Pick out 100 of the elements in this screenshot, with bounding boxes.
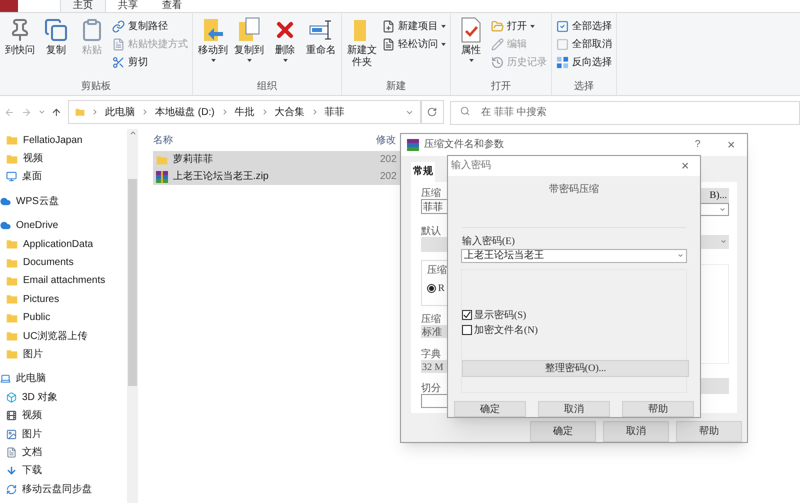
- checkbox-row[interactable]: 加密文件名(N): [462, 322, 686, 338]
- ribbon-button[interactable]: 复制: [40, 17, 72, 79]
- profile-bar[interactable]: [421, 236, 448, 252]
- password-field[interactable]: 上老王论坛当老王: [461, 248, 687, 262]
- ribbon-button[interactable]: 移动到: [197, 17, 229, 79]
- invert-icon: [556, 56, 569, 68]
- options-bar[interactable]: [699, 378, 729, 394]
- folder-icon: [6, 238, 18, 250]
- breadcrumb[interactable]: 菲菲: [324, 104, 345, 120]
- recent-icon[interactable]: [38, 108, 46, 116]
- folder-arrow-icon: [201, 17, 225, 43]
- group-label: 剪贴板: [80, 80, 112, 94]
- dropdown-icon[interactable]: [699, 234, 729, 249]
- sidebar-item[interactable]: 桌面: [4, 168, 127, 186]
- address-field[interactable]: 此电脑 本地磁盘 (D:) 牛批 大合集 菲菲: [68, 100, 421, 124]
- sidebar-item[interactable]: 图片: [4, 424, 127, 444]
- ribbon-button[interactable]: 重命名: [305, 17, 337, 79]
- ribbon-button[interactable]: 新建项目: [382, 19, 446, 33]
- checkbox[interactable]: [462, 310, 472, 320]
- back-icon[interactable]: [4, 106, 15, 118]
- ribbon-button[interactable]: 删除: [269, 17, 301, 79]
- caret-icon: [246, 59, 252, 62]
- sidebar-item[interactable]: 移动云盘同步盘: [4, 480, 127, 498]
- properties-icon: [459, 17, 483, 43]
- ribbon-button[interactable]: 全部取消: [556, 37, 612, 51]
- scroll-thumb[interactable]: [128, 179, 137, 386]
- ribbon-button[interactable]: 轻松访问: [382, 37, 446, 51]
- dropdown-icon[interactable]: [677, 252, 684, 259]
- caret-icon: [530, 24, 535, 28]
- breadcrumb[interactable]: 本地磁盘 (D:): [155, 104, 215, 120]
- close-button[interactable]: ×: [681, 156, 689, 176]
- shortcut-icon: [112, 38, 125, 50]
- edit-icon: [491, 38, 504, 50]
- ribbon-tab[interactable]: 查看: [150, 0, 194, 12]
- breadcrumb[interactable]: 牛批: [234, 104, 255, 120]
- folder-icon: [6, 312, 18, 324]
- ribbon-button[interactable]: 属性: [455, 17, 487, 79]
- sidebar-item[interactable]: 此电脑: [0, 370, 127, 388]
- history-icon: [491, 56, 504, 68]
- sidebar-item[interactable]: Documents: [4, 253, 127, 272]
- caret-icon: [282, 59, 288, 62]
- scroll-up-icon[interactable]: [128, 129, 136, 137]
- set-button[interactable]: B)...: [699, 188, 729, 203]
- dialog-button[interactable]: 帮助: [622, 401, 694, 417]
- ribbon-button[interactable]: 剪切: [112, 55, 188, 69]
- column-header[interactable]: 修改: [375, 132, 396, 148]
- checkbox-row[interactable]: 显示密码(S): [462, 308, 686, 322]
- help-button[interactable]: ?: [694, 137, 700, 152]
- forward-icon[interactable]: [20, 106, 32, 118]
- refresh-icon: [427, 107, 438, 117]
- close-button[interactable]: ×: [727, 135, 735, 155]
- sidebar-item[interactable]: 视频: [4, 406, 127, 425]
- ribbon-button[interactable]: 全部选择: [556, 19, 612, 33]
- up-icon[interactable]: [51, 106, 62, 118]
- sidebar-item[interactable]: OneDrive: [0, 216, 127, 235]
- sidebar-item[interactable]: 下载: [4, 462, 127, 480]
- scrollbar[interactable]: [127, 129, 138, 503]
- sidebar-item[interactable]: FellatioJapan: [4, 131, 127, 150]
- sidebar-item[interactable]: 视频: [4, 149, 127, 168]
- radio[interactable]: [427, 284, 436, 293]
- sidebar-item[interactable]: 图片: [4, 345, 127, 364]
- checkbox[interactable]: [462, 325, 472, 335]
- folder-icon: [6, 256, 18, 269]
- dialog-button[interactable]: 整理密码(O)...: [462, 360, 689, 377]
- scissors-icon: [112, 56, 125, 68]
- method-field[interactable]: 标准: [421, 324, 448, 338]
- ribbon-button[interactable]: 复制路径: [112, 19, 188, 33]
- sidebar-item[interactable]: UC浏览器上传: [4, 326, 127, 346]
- ribbon-button[interactable]: 到快问: [4, 17, 36, 79]
- computer-icon: [0, 373, 11, 384]
- sidebar-item[interactable]: ApplicationData: [4, 234, 127, 254]
- window-title: 压缩文件名和参数: [424, 138, 504, 152]
- general-tab[interactable]: 常规: [411, 162, 435, 182]
- search-field[interactable]: 在 菲菲 中搜索: [450, 100, 800, 125]
- ribbon-button[interactable]: 打开: [491, 19, 547, 33]
- dialog-button[interactable]: 取消: [603, 421, 669, 442]
- ribbon-button[interactable]: 反向选择: [556, 55, 612, 69]
- breadcrumb[interactable]: 此电脑: [105, 104, 136, 120]
- dictionary-field[interactable]: 32 M: [421, 360, 448, 373]
- breadcrumb[interactable]: 大合集: [274, 104, 305, 120]
- sidebar-item[interactable]: WPS云盘: [0, 192, 127, 211]
- sidebar-item[interactable]: Email attachments: [4, 272, 127, 290]
- dialog-button[interactable]: 确定: [530, 421, 596, 442]
- sidebar-item[interactable]: Public: [4, 308, 127, 327]
- field-label: 输入密码(E): [462, 234, 516, 248]
- caret-icon: [441, 42, 446, 46]
- sidebar-item[interactable]: Pictures: [4, 290, 127, 309]
- sidebar-item[interactable]: 3D 对象: [4, 388, 127, 406]
- dialog-button[interactable]: 取消: [538, 401, 610, 417]
- cloud-icon: [0, 196, 11, 207]
- refresh-button[interactable]: [420, 100, 444, 124]
- dialog-button[interactable]: 确定: [454, 401, 526, 417]
- archive-icon: [156, 170, 168, 182]
- sidebar-item[interactable]: 文档: [4, 443, 127, 462]
- copy-icon: [44, 17, 68, 43]
- ribbon-button[interactable]: 复制到: [233, 17, 265, 79]
- clipboard-icon: [80, 17, 104, 43]
- ribbon-button[interactable]: 新建文件夹: [346, 17, 378, 79]
- dialog-button[interactable]: 帮助: [676, 421, 742, 442]
- column-header[interactable]: 名称: [153, 132, 375, 148]
